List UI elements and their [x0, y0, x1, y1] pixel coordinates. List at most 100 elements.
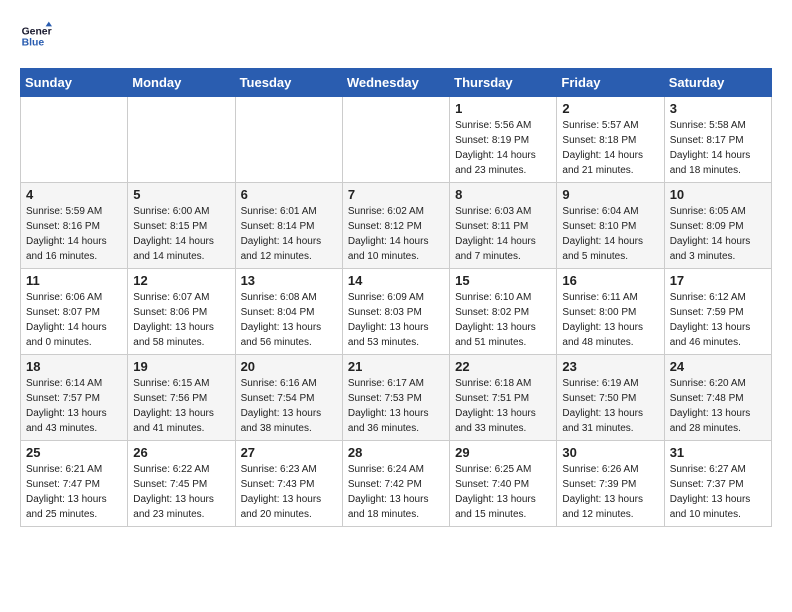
calendar-cell: 7Sunrise: 6:02 AM Sunset: 8:12 PM Daylig… — [342, 183, 449, 269]
day-number: 29 — [455, 445, 551, 460]
day-info: Sunrise: 6:26 AM Sunset: 7:39 PM Dayligh… — [562, 462, 658, 522]
day-number: 24 — [670, 359, 766, 374]
calendar-cell: 1 Sunrise: 5:56 AM Sunset: 8:19 PM Daylig… — [450, 97, 557, 183]
calendar-cell: 29 Sunrise: 6:25 AM Sunset: 7:40 PM Dayli… — [450, 441, 557, 527]
day-number: 11 — [26, 273, 122, 288]
day-info: Sunrise: 6:03 AM Sunset: 8:11 PM Dayligh… — [455, 204, 551, 264]
day-info: Sunrise: 6:16 AM Sunset: 7:54 PM Dayligh… — [241, 376, 337, 436]
day-info: Sunrise: 6:00 AM Sunset: 8:15 PM Dayligh… — [133, 204, 229, 264]
day-number: 28 — [348, 445, 444, 460]
calendar-cell: 30 Sunrise: 6:26 AM Sunset: 7:39 PM Dayli… — [557, 441, 664, 527]
day-info: Sunrise: 6:20 AM Sunset: 7:48 PM Dayligh… — [670, 376, 766, 436]
day-info: Sunrise: 5:56 AM Sunset: 8:19 PM Dayligh… — [455, 118, 551, 178]
header-sunday: Sunday — [21, 69, 128, 97]
day-info: Sunrise: 6:04 AM Sunset: 8:10 PM Dayligh… — [562, 204, 658, 264]
day-number: 30 — [562, 445, 658, 460]
calendar-cell: 25Sunrise: 6:21 AM Sunset: 7:47 PM Dayli… — [21, 441, 128, 527]
day-info: Sunrise: 6:06 AM Sunset: 8:07 PM Dayligh… — [26, 290, 122, 350]
calendar-cell: 17 Sunrise: 6:12 AM Sunset: 7:59 PM Dayli… — [664, 269, 771, 355]
day-number: 31 — [670, 445, 766, 460]
day-number: 20 — [241, 359, 337, 374]
svg-text:Blue: Blue — [22, 38, 45, 49]
calendar-cell — [342, 97, 449, 183]
day-info: Sunrise: 6:05 AM Sunset: 8:09 PM Dayligh… — [670, 204, 766, 264]
day-info: Sunrise: 6:12 AM Sunset: 7:59 PM Dayligh… — [670, 290, 766, 350]
day-number: 26 — [133, 445, 229, 460]
day-number: 3 — [670, 101, 766, 116]
header-saturday: Saturday — [664, 69, 771, 97]
day-number: 2 — [562, 101, 658, 116]
calendar-cell: 13Sunrise: 6:08 AM Sunset: 8:04 PM Dayli… — [235, 269, 342, 355]
calendar-cell — [128, 97, 235, 183]
day-info: Sunrise: 6:09 AM Sunset: 8:03 PM Dayligh… — [348, 290, 444, 350]
day-info: Sunrise: 6:23 AM Sunset: 7:43 PM Dayligh… — [241, 462, 337, 522]
calendar-cell: 11 Sunrise: 6:06 AM Sunset: 8:07 PM Dayli… — [21, 269, 128, 355]
calendar-cell: 20 Sunrise: 6:16 AM Sunset: 7:54 PM Dayli… — [235, 355, 342, 441]
calendar-cell: 2Sunrise: 5:57 AM Sunset: 8:18 PM Daylig… — [557, 97, 664, 183]
calendar-cell: 14 Sunrise: 6:09 AM Sunset: 8:03 PM Dayli… — [342, 269, 449, 355]
day-info: Sunrise: 6:14 AM Sunset: 7:57 PM Dayligh… — [26, 376, 122, 436]
calendar-cell: 26 Sunrise: 6:22 AM Sunset: 7:45 PM Dayli… — [128, 441, 235, 527]
calendar-cell: 5 Sunrise: 6:00 AM Sunset: 8:15 PM Daylig… — [128, 183, 235, 269]
calendar-cell: 19Sunrise: 6:15 AM Sunset: 7:56 PM Dayli… — [128, 355, 235, 441]
calendar-cell: 8 Sunrise: 6:03 AM Sunset: 8:11 PM Daylig… — [450, 183, 557, 269]
svg-text:General: General — [22, 26, 52, 37]
header-tuesday: Tuesday — [235, 69, 342, 97]
day-info: Sunrise: 6:10 AM Sunset: 8:02 PM Dayligh… — [455, 290, 551, 350]
week-row-5: 25Sunrise: 6:21 AM Sunset: 7:47 PM Dayli… — [21, 441, 772, 527]
logo-icon: General Blue — [20, 20, 52, 52]
day-number: 12 — [133, 273, 229, 288]
calendar-cell: 23 Sunrise: 6:19 AM Sunset: 7:50 PM Dayli… — [557, 355, 664, 441]
header-friday: Friday — [557, 69, 664, 97]
day-info: Sunrise: 6:19 AM Sunset: 7:50 PM Dayligh… — [562, 376, 658, 436]
day-number: 4 — [26, 187, 122, 202]
calendar-cell: 6 Sunrise: 6:01 AM Sunset: 8:14 PM Daylig… — [235, 183, 342, 269]
day-info: Sunrise: 6:08 AM Sunset: 8:04 PM Dayligh… — [241, 290, 337, 350]
calendar-cell: 24 Sunrise: 6:20 AM Sunset: 7:48 PM Dayli… — [664, 355, 771, 441]
header-monday: Monday — [128, 69, 235, 97]
calendar-cell: 28 Sunrise: 6:24 AM Sunset: 7:42 PM Dayli… — [342, 441, 449, 527]
day-number: 5 — [133, 187, 229, 202]
calendar-table: SundayMondayTuesdayWednesdayThursdayFrid… — [20, 68, 772, 527]
calendar-cell: 31Sunrise: 6:27 AM Sunset: 7:37 PM Dayli… — [664, 441, 771, 527]
day-info: Sunrise: 6:11 AM Sunset: 8:00 PM Dayligh… — [562, 290, 658, 350]
day-number: 17 — [670, 273, 766, 288]
day-number: 18 — [26, 359, 122, 374]
page-header: General Blue — [20, 20, 772, 52]
calendar-cell: 10Sunrise: 6:05 AM Sunset: 8:09 PM Dayli… — [664, 183, 771, 269]
day-number: 8 — [455, 187, 551, 202]
header-wednesday: Wednesday — [342, 69, 449, 97]
day-number: 27 — [241, 445, 337, 460]
calendar-cell: 3 Sunrise: 5:58 AM Sunset: 8:17 PM Daylig… — [664, 97, 771, 183]
day-number: 25 — [26, 445, 122, 460]
day-number: 14 — [348, 273, 444, 288]
day-number: 6 — [241, 187, 337, 202]
header-thursday: Thursday — [450, 69, 557, 97]
day-info: Sunrise: 6:01 AM Sunset: 8:14 PM Dayligh… — [241, 204, 337, 264]
calendar-cell: 16Sunrise: 6:11 AM Sunset: 8:00 PM Dayli… — [557, 269, 664, 355]
day-info: Sunrise: 5:58 AM Sunset: 8:17 PM Dayligh… — [670, 118, 766, 178]
day-number: 19 — [133, 359, 229, 374]
day-info: Sunrise: 6:18 AM Sunset: 7:51 PM Dayligh… — [455, 376, 551, 436]
week-row-1: 1 Sunrise: 5:56 AM Sunset: 8:19 PM Daylig… — [21, 97, 772, 183]
calendar-cell: 18 Sunrise: 6:14 AM Sunset: 7:57 PM Dayli… — [21, 355, 128, 441]
day-info: Sunrise: 6:22 AM Sunset: 7:45 PM Dayligh… — [133, 462, 229, 522]
day-info: Sunrise: 6:24 AM Sunset: 7:42 PM Dayligh… — [348, 462, 444, 522]
calendar-cell — [235, 97, 342, 183]
day-number: 21 — [348, 359, 444, 374]
day-number: 22 — [455, 359, 551, 374]
calendar-cell: 22 Sunrise: 6:18 AM Sunset: 7:51 PM Dayli… — [450, 355, 557, 441]
day-number: 1 — [455, 101, 551, 116]
day-info: Sunrise: 6:02 AM Sunset: 8:12 PM Dayligh… — [348, 204, 444, 264]
calendar-cell: 15 Sunrise: 6:10 AM Sunset: 8:02 PM Dayli… — [450, 269, 557, 355]
calendar-cell: 27 Sunrise: 6:23 AM Sunset: 7:43 PM Dayli… — [235, 441, 342, 527]
day-number: 23 — [562, 359, 658, 374]
week-row-3: 11 Sunrise: 6:06 AM Sunset: 8:07 PM Dayli… — [21, 269, 772, 355]
calendar-cell — [21, 97, 128, 183]
day-info: Sunrise: 6:07 AM Sunset: 8:06 PM Dayligh… — [133, 290, 229, 350]
day-info: Sunrise: 6:25 AM Sunset: 7:40 PM Dayligh… — [455, 462, 551, 522]
day-number: 15 — [455, 273, 551, 288]
logo: General Blue — [20, 20, 56, 52]
calendar-header-row: SundayMondayTuesdayWednesdayThursdayFrid… — [21, 69, 772, 97]
calendar-cell: 4Sunrise: 5:59 AM Sunset: 8:16 PM Daylig… — [21, 183, 128, 269]
